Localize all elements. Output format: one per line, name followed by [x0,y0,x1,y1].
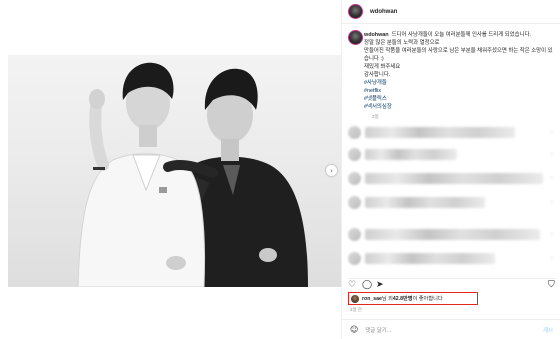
hashtag[interactable]: #사냥개들 [364,79,554,87]
caption-time: 2일 [372,114,379,119]
header-username[interactable]: wdohwan [370,9,397,15]
avatar[interactable] [348,4,363,19]
bookmark-icon[interactable]: ⛉ [548,281,555,290]
caption-username[interactable]: wdohwan [364,32,389,38]
likes-mid: 님 외 [381,296,393,302]
avatar [348,252,361,265]
blurred-comment-text [365,253,495,264]
caption-line: 만들어진 작품을 여러분들의 사랑으로 남은 부분을 채워주셨으면 하는 작은 … [364,48,553,62]
heart-icon[interactable]: ♡ [348,281,356,290]
comment-blurred: ♡ [348,126,556,142]
avatar [351,294,359,303]
hashtag[interactable]: #넥서의심장 [364,103,554,111]
caption-line: 드디어 사냥개들이 오늘 여러분들께 인사를 드리게 되었습니다. [391,32,531,38]
comment-blurred: ♡ [348,148,556,164]
heart-icon[interactable]: ♡ [550,130,554,136]
comment-input[interactable]: 댓글 달기... [365,326,391,334]
post-photo[interactable] [8,55,341,287]
post-comment-button[interactable]: 게시 [543,326,553,334]
blurred-comment-text [365,197,485,208]
likes-summary[interactable]: ron_sae 님 외 42.8만명 이 좋아합니다 [348,292,478,305]
likes-user[interactable]: ron_sae [362,296,382,302]
comment-blurred: ♡ [348,228,556,244]
action-bar: ♡ ◯ ➤ ⛉ [348,278,556,290]
comment-blurred: ♡ [348,252,556,268]
blurred-comment-text [365,127,515,138]
post-time: 2일 전 [350,307,362,312]
caption-line: 정말 많은 분들의 노력과 열정으로 [364,40,440,46]
likes-count[interactable]: 42.8만명 [393,295,413,302]
heart-icon[interactable]: ♡ [550,256,554,262]
avatar [348,228,361,241]
photo-illustration [77,62,308,287]
avatar [348,148,361,161]
paper-plane-icon[interactable]: ➤ [376,281,384,290]
comment-blurred: ♡ [348,172,556,188]
chevron-right-icon[interactable]: › [326,165,337,176]
avatar [348,172,361,185]
hashtag[interactable]: #넷플릭스 [364,95,554,103]
comment-bubble-icon[interactable]: ◯ [362,281,372,290]
caption-line: 감사합니다. [364,72,391,78]
heart-icon[interactable]: ♡ [550,232,554,238]
comment-blurred: ♡ [348,196,556,212]
post-sidebar: wdohwan wdohwan 드디어 사냥개들이 오늘 여러분들께 인사를 드리… [341,0,560,339]
heart-icon[interactable]: ♡ [550,152,554,158]
smiley-icon[interactable]: ☺ [350,325,358,334]
caption-text: wdohwan 드디어 사냥개들이 오늘 여러분들께 인사를 드리게 되었습니다.… [364,31,554,111]
avatar [348,196,361,209]
avatar [348,126,361,139]
blurred-comment-text [365,229,540,240]
post-header: wdohwan [342,0,560,24]
heart-icon[interactable]: ♡ [550,200,554,206]
media-panel: › [0,0,341,339]
comment-box: ☺ 댓글 달기... 게시 [342,319,560,339]
likes-suffix: 이 좋아합니다 [412,296,443,302]
blurred-comment-text [365,149,457,160]
hashtag[interactable]: #netflix [364,87,554,95]
heart-icon[interactable]: ♡ [550,176,554,182]
caption-line: 재밌게 봐주세요 [364,64,401,70]
caption-avatar[interactable] [348,30,363,45]
blurred-comment-text [365,173,543,184]
